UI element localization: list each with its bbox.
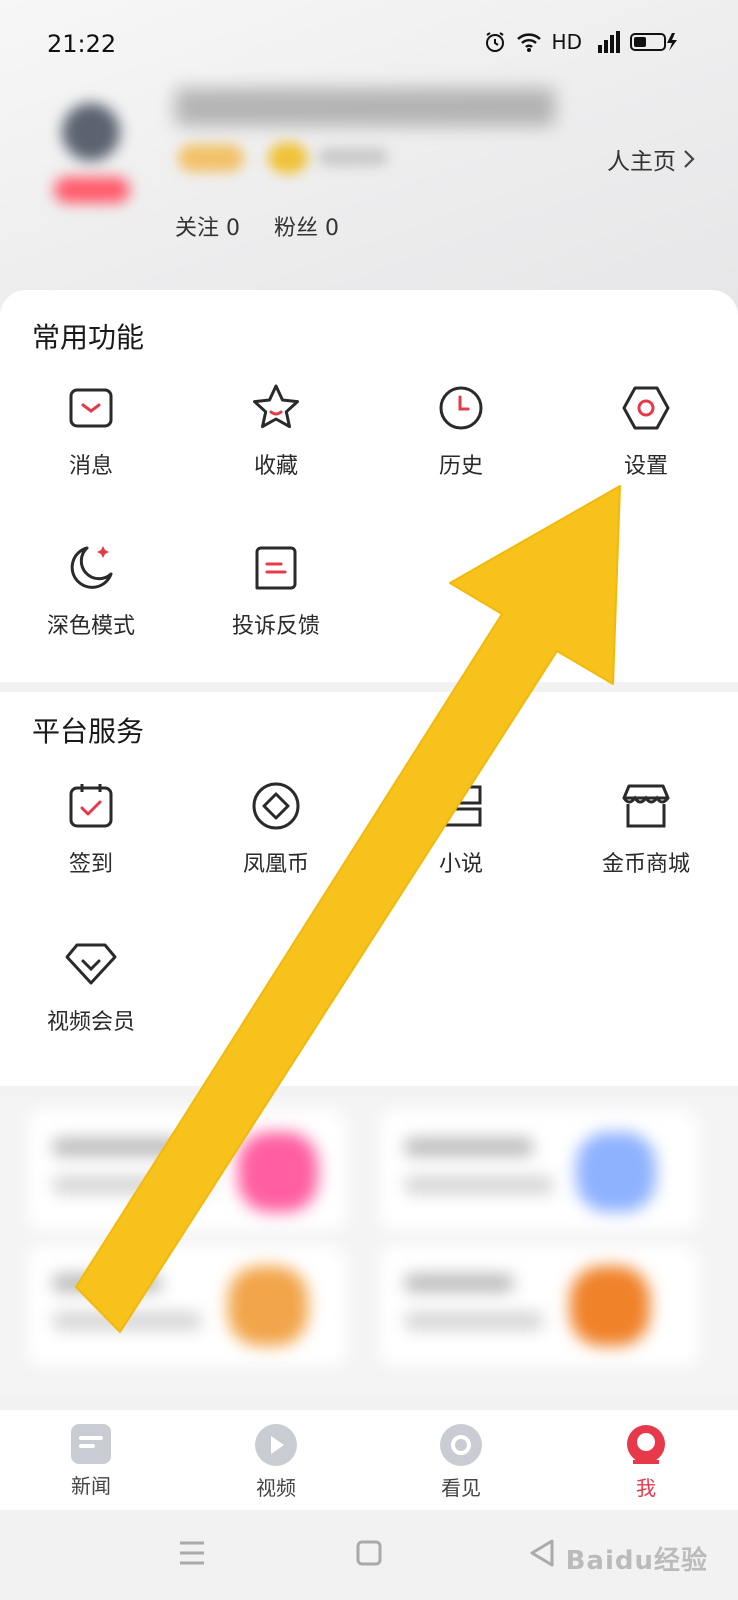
- common-functions-card: 常用功能 消息 收藏 历史 设置 深色模式 投诉反馈: [0, 290, 738, 682]
- coin-count-blurred: [318, 148, 388, 166]
- see-icon: [440, 1424, 482, 1466]
- platform-services-card: 平台服务 签到 凤凰币 小说 金币商城 视频会员: [0, 692, 738, 1086]
- promo-area-blurred: [0, 1096, 738, 1396]
- settings-icon: [620, 382, 672, 434]
- common-functions-title: 常用功能: [32, 321, 145, 354]
- favorites-button[interactable]: 收藏: [191, 382, 361, 480]
- personal-homepage-label: 人主页: [607, 149, 676, 175]
- avatar[interactable]: [48, 95, 136, 207]
- status-bar: 21:22 HD: [0, 0, 738, 90]
- following-stat[interactable]: 关注 0: [175, 210, 240, 242]
- chevron-right-icon: [684, 150, 695, 168]
- checkin-button[interactable]: 签到: [6, 780, 176, 878]
- moon-icon: [65, 542, 117, 594]
- personal-homepage-link[interactable]: 人主页: [607, 142, 696, 176]
- vip-icon: [65, 938, 117, 990]
- profile-section: 人主页 关注 0 粉丝 0: [0, 80, 738, 260]
- feedback-button[interactable]: 投诉反馈: [191, 542, 361, 640]
- promo-card[interactable]: [28, 1246, 346, 1366]
- signal-icon: [598, 31, 620, 53]
- dark-mode-button[interactable]: 深色模式: [6, 542, 176, 640]
- back-icon[interactable]: [528, 1538, 556, 1568]
- platform-services-title: 平台服务: [32, 715, 145, 748]
- home-icon[interactable]: [356, 1540, 382, 1566]
- novel-button[interactable]: 小说: [376, 780, 546, 878]
- news-icon: [71, 1424, 111, 1464]
- tab-me[interactable]: 我: [586, 1424, 706, 1501]
- clock-icon: [435, 382, 487, 434]
- tab-news[interactable]: 新闻: [31, 1424, 151, 1499]
- book-icon: [435, 780, 487, 832]
- checkin-icon: [65, 780, 117, 832]
- status-time: 21:22: [47, 30, 117, 58]
- video-vip-button[interactable]: 视频会员: [6, 938, 176, 1036]
- star-icon: [250, 382, 302, 434]
- level-badge-blurred: [178, 144, 244, 172]
- fans-stat[interactable]: 粉丝 0: [274, 210, 339, 242]
- status-icons: HD: [484, 30, 680, 54]
- promo-card[interactable]: [380, 1110, 698, 1230]
- follow-stats: 关注 0 粉丝 0: [175, 210, 339, 242]
- coin-store-button[interactable]: 金币商城: [561, 780, 731, 878]
- battery-icon: [630, 33, 677, 51]
- watermark: Baidu经验: [565, 1546, 708, 1576]
- wifi-icon: [516, 33, 541, 52]
- store-icon: [620, 780, 672, 832]
- phoenix-coin-button[interactable]: 凤凰币: [191, 780, 361, 878]
- settings-button[interactable]: 设置: [561, 382, 731, 480]
- promo-card[interactable]: [28, 1110, 346, 1230]
- menu-icon[interactable]: [178, 1540, 206, 1566]
- feedback-icon: [250, 542, 302, 594]
- message-button[interactable]: 消息: [6, 382, 176, 480]
- network-label: HD: [551, 30, 582, 54]
- bottom-tab-bar: 新闻 视频 看见 我: [0, 1410, 738, 1510]
- username-blurred: [175, 88, 555, 126]
- promo-card[interactable]: [380, 1246, 698, 1366]
- coin-icon: [250, 780, 302, 832]
- video-icon: [255, 1424, 297, 1466]
- coin-badge-blurred: [268, 142, 308, 174]
- history-button[interactable]: 历史: [376, 382, 546, 480]
- message-icon: [65, 382, 117, 434]
- tab-video[interactable]: 视频: [216, 1424, 336, 1501]
- alarm-icon: [485, 32, 504, 52]
- me-icon: [627, 1425, 665, 1464]
- tab-see[interactable]: 看见: [401, 1424, 521, 1501]
